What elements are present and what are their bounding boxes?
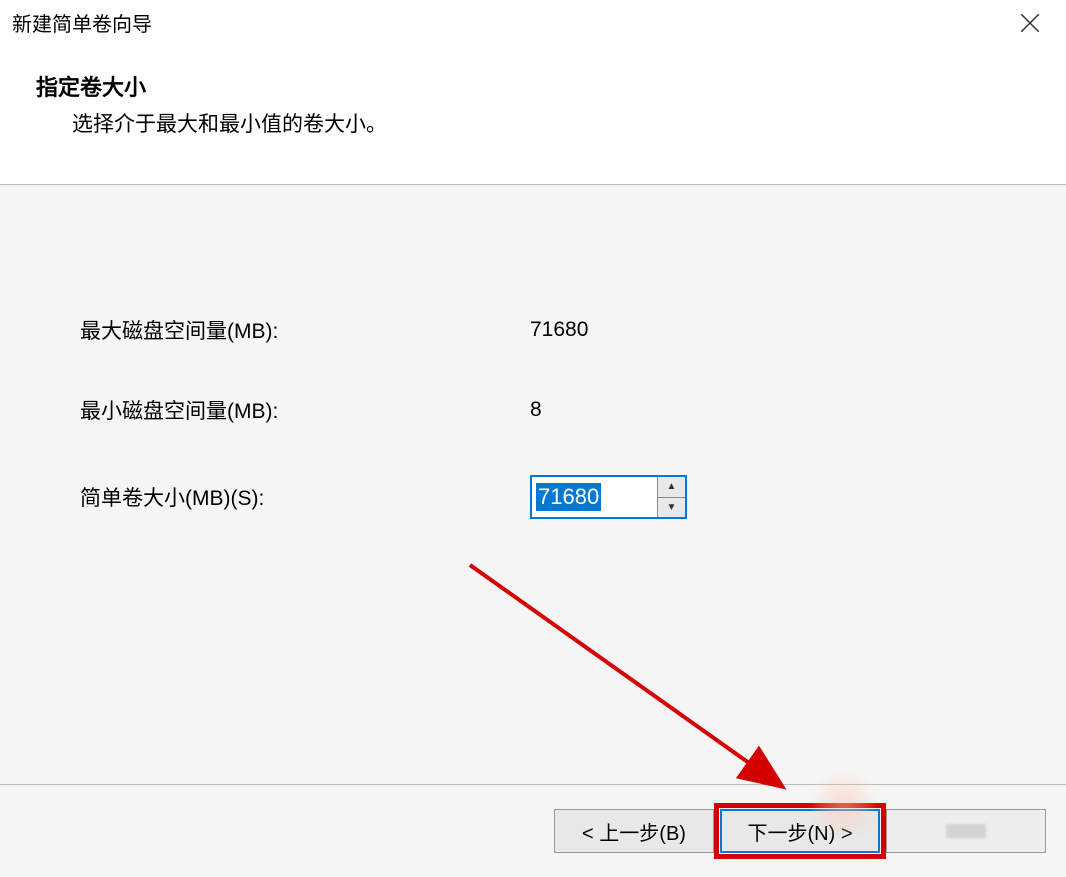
min-disk-label: 最小磁盘空间量(MB): [80, 395, 530, 425]
volume-size-label: 简单卷大小(MB)(S): [80, 482, 530, 512]
spinner-up-button[interactable]: ▲ [658, 477, 685, 498]
spinner-down-button[interactable]: ▼ [658, 498, 685, 518]
back-button[interactable]: < 上一步(B) [554, 809, 714, 853]
max-disk-value: 71680 [530, 318, 588, 342]
close-button[interactable] [1010, 8, 1050, 38]
triangle-up-icon: ▲ [667, 481, 677, 492]
wizard-button-bar: < 上一步(B) 下一步(N) > [0, 785, 1066, 877]
volume-size-spinner[interactable]: 71680 ▲ ▼ [530, 475, 687, 519]
wizard-header: 指定卷大小 选择介于最大和最小值的卷大小。 [0, 40, 1066, 185]
watermark-blur [814, 775, 874, 835]
triangle-down-icon: ▼ [667, 502, 677, 513]
min-disk-value: 8 [530, 398, 542, 422]
volume-size-input[interactable]: 71680 [536, 483, 601, 511]
page-description: 选择介于最大和最小值的卷大小。 [36, 108, 1066, 138]
cancel-label-blurred [946, 824, 986, 838]
close-icon [1020, 13, 1040, 33]
page-title: 指定卷大小 [36, 70, 1066, 102]
wizard-content: 最大磁盘空间量(MB): 71680 最小磁盘空间量(MB): 8 简单卷大小(… [0, 185, 1066, 785]
window-title: 新建简单卷向导 [12, 8, 152, 37]
max-disk-label: 最大磁盘空间量(MB): [80, 315, 530, 345]
cancel-button[interactable] [886, 809, 1046, 853]
